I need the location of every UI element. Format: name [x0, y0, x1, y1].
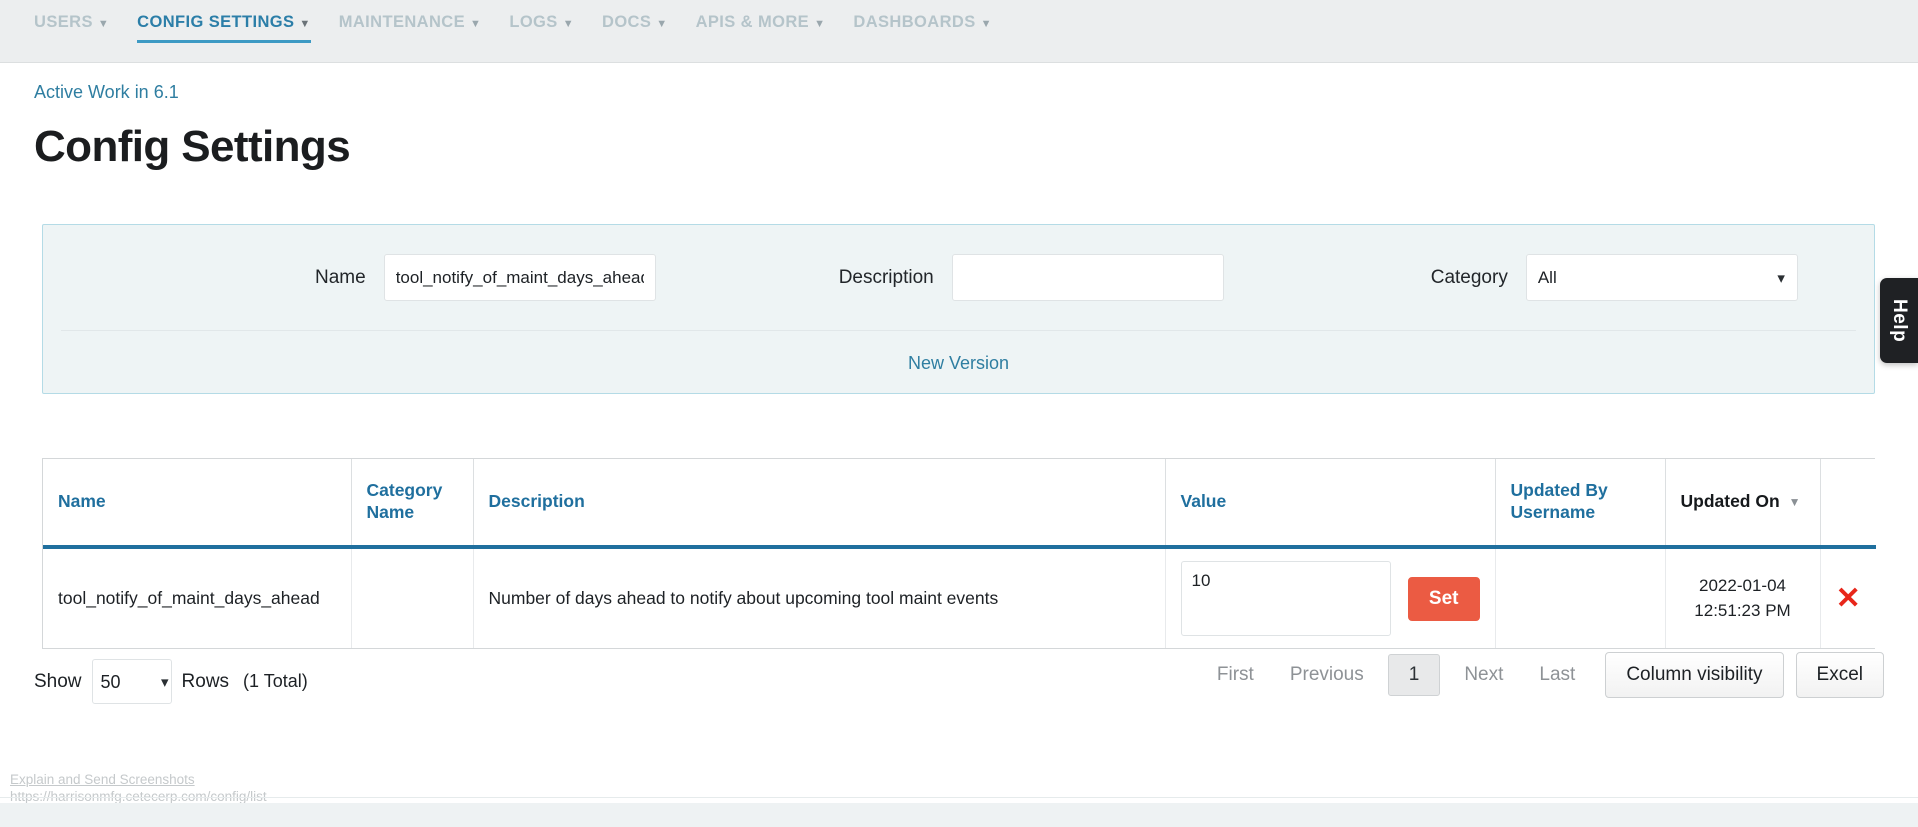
pagination-previous[interactable]: Previous	[1272, 654, 1382, 696]
nav-item-label: MAINTENANCE	[339, 13, 465, 31]
screenshot-footnote: Explain and Send Screenshots https://har…	[10, 772, 267, 806]
help-tab[interactable]: Help	[1880, 278, 1918, 363]
show-label: Show	[34, 671, 82, 693]
chevron-down-icon: ▼	[299, 18, 310, 30]
nav-item-docs[interactable]: DOCS ▼	[602, 0, 668, 45]
new-version-link[interactable]: New Version	[908, 353, 1009, 374]
sort-descending-icon: ▼	[1789, 495, 1801, 510]
footnote-title: Explain and Send Screenshots	[10, 772, 267, 789]
table-row: tool_notify_of_maint_days_ahead Number o…	[43, 547, 1876, 648]
filter-description-input[interactable]	[952, 254, 1224, 301]
pagination-controls: First Previous 1 Next Last Column visibi…	[1199, 652, 1884, 698]
filter-group-description: Description	[839, 254, 1224, 301]
filter-group-name: Name	[315, 254, 656, 301]
column-visibility-button[interactable]: Column visibility	[1605, 652, 1783, 698]
rows-per-page-select[interactable]: 50	[92, 659, 172, 704]
updated-on-date: 2022-01-04	[1681, 574, 1805, 599]
chevron-down-icon: ▼	[814, 18, 825, 30]
chevron-down-icon: ▼	[470, 18, 481, 30]
updated-on-stack: 2022-01-04 12:51:23 PM	[1681, 574, 1805, 623]
filter-label-name: Name	[315, 267, 366, 289]
pagination-next[interactable]: Next	[1446, 654, 1521, 696]
chevron-down-icon: ▼	[981, 18, 992, 30]
rows-select-wrap: 50 ▾	[82, 659, 182, 704]
column-header-updated-on[interactable]: Updated On ▼	[1665, 459, 1820, 547]
excel-export-button[interactable]: Excel	[1796, 652, 1884, 698]
pagination-first[interactable]: First	[1199, 654, 1272, 696]
nav-item-label: APIS & MORE	[696, 13, 810, 31]
pagination-last[interactable]: Last	[1521, 654, 1593, 696]
updated-on-time: 12:51:23 PM	[1681, 599, 1805, 624]
footer-divider	[0, 797, 1918, 798]
cell-category-name	[351, 547, 473, 648]
top-navigation-bar: USERS ▼ CONFIG SETTINGS ▼ MAINTENANCE ▼ LOG…	[0, 0, 1918, 63]
set-button[interactable]: Set	[1408, 577, 1480, 621]
value-editor: 10 Set	[1181, 561, 1480, 636]
table-header-row: Name Category Name Description Value Upd…	[43, 459, 1876, 547]
cell-name: tool_notify_of_maint_days_ahead	[43, 547, 351, 648]
column-header-category-name[interactable]: Category Name	[351, 459, 473, 547]
nav-item-label: USERS	[34, 13, 93, 31]
filter-panel: Name Description Category All ▾ New Vers…	[42, 224, 1875, 394]
chevron-down-icon: ▼	[563, 18, 574, 30]
filter-label-category: Category	[1431, 267, 1508, 289]
nav-item-label: DOCS	[602, 13, 651, 31]
delete-row-icon[interactable]: ✕	[1836, 584, 1862, 614]
table-header: Name Category Name Description Value Upd…	[43, 459, 1876, 547]
cell-delete: ✕	[1820, 547, 1876, 648]
chevron-down-icon: ▼	[656, 18, 667, 30]
nav-items-container: USERS ▼ CONFIG SETTINGS ▼ MAINTENANCE ▼ LOG…	[34, 0, 1020, 63]
filter-label-description: Description	[839, 267, 934, 289]
rows-label: Rows	[182, 671, 230, 693]
help-tab-label: Help	[1888, 299, 1910, 342]
rows-per-page-group: Show 50 ▾ Rows (1 Total)	[34, 659, 308, 704]
nav-item-label: CONFIG SETTINGS	[137, 13, 294, 31]
column-header-name[interactable]: Name	[43, 459, 351, 547]
pagination-page-1[interactable]: 1	[1388, 654, 1441, 696]
breadcrumb[interactable]: Active Work in 6.1	[34, 83, 179, 101]
filter-category-select-wrap: All ▾	[1526, 254, 1798, 301]
column-header-updated-on-label: Updated On	[1681, 491, 1780, 511]
total-count-label: (1 Total)	[243, 671, 308, 692]
nav-item-label: DASHBOARDS	[853, 13, 975, 31]
nav-item-users[interactable]: USERS ▼	[34, 0, 109, 45]
cell-updated-by-username	[1495, 547, 1665, 648]
nav-item-label: LOGS	[509, 13, 557, 31]
table-body: tool_notify_of_maint_days_ahead Number o…	[43, 547, 1876, 648]
column-header-updated-by-username[interactable]: Updated By Username	[1495, 459, 1665, 547]
filter-name-input[interactable]	[384, 254, 656, 301]
value-textarea[interactable]: 10	[1181, 561, 1391, 636]
nav-item-apis-and-more[interactable]: APIS & MORE ▼	[696, 0, 826, 45]
cell-description: Number of days ahead to notify about upc…	[473, 547, 1165, 648]
column-header-description[interactable]: Description	[473, 459, 1165, 547]
filter-category-select[interactable]: All	[1526, 254, 1798, 301]
page-title: Config Settings	[34, 123, 350, 171]
nav-item-dashboards[interactable]: DASHBOARDS ▼	[853, 0, 992, 45]
table-footer-controls: Show 50 ▾ Rows (1 Total) First Previous …	[0, 652, 1918, 722]
new-version-link-row: New Version	[43, 331, 1874, 395]
nav-item-logs[interactable]: LOGS ▼	[509, 0, 574, 45]
nav-item-maintenance[interactable]: MAINTENANCE ▼	[339, 0, 482, 45]
page-root: USERS ▼ CONFIG SETTINGS ▼ MAINTENANCE ▼ LOG…	[0, 0, 1918, 827]
filter-group-category: Category All ▾	[1431, 254, 1798, 301]
cell-value: 10 Set	[1165, 547, 1495, 648]
chevron-down-icon: ▼	[98, 18, 109, 30]
column-header-actions	[1820, 459, 1876, 547]
filter-fields-row: Name Description Category All ▾	[43, 225, 1874, 330]
config-settings-table: Name Category Name Description Value Upd…	[42, 458, 1875, 649]
nav-item-config-settings[interactable]: CONFIG SETTINGS ▼	[137, 0, 311, 45]
column-header-value[interactable]: Value	[1165, 459, 1495, 547]
footer-strip	[0, 803, 1918, 827]
cell-updated-on: 2022-01-04 12:51:23 PM	[1665, 547, 1820, 648]
